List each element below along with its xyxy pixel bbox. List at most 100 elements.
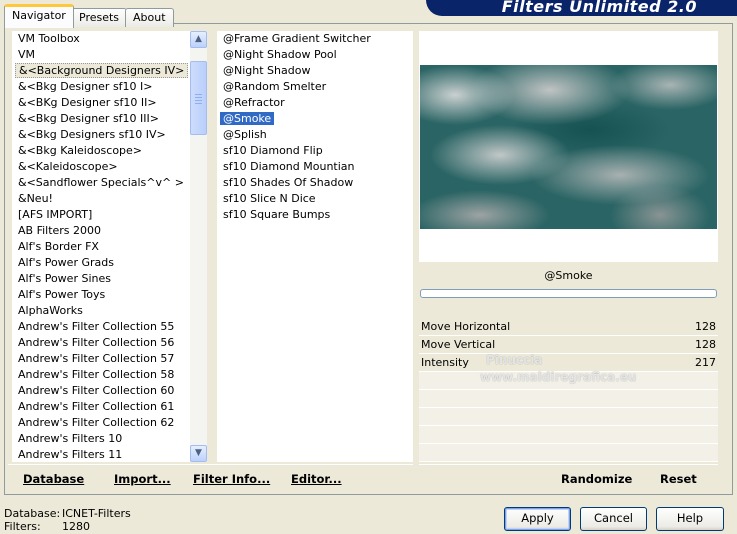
- randomize-link[interactable]: Randomize: [561, 472, 632, 486]
- title-banner: Filters Unlimited 2.0: [426, 0, 737, 16]
- param-label: Intensity: [421, 356, 469, 369]
- category-item[interactable]: &<Sandflower Specials^v^ >: [12, 175, 190, 191]
- category-item-label: VM: [18, 48, 36, 61]
- filter-item-label: @Refractor: [223, 96, 285, 109]
- param-empty: [419, 444, 718, 462]
- filter-item[interactable]: @Smoke: [217, 111, 413, 127]
- category-item[interactable]: Alf's Power Toys: [12, 287, 190, 303]
- filter-item[interactable]: @Splish: [217, 127, 413, 143]
- category-item[interactable]: Andrew's Filter Collection 57: [12, 351, 190, 367]
- param-value: 128: [695, 320, 716, 333]
- param-empty: [419, 372, 718, 390]
- category-item-label: Andrew's Filter Collection 55: [18, 320, 175, 333]
- category-item[interactable]: &<Bkg Kaleidoscope>: [12, 143, 190, 159]
- chevron-up-icon: ▲: [195, 34, 202, 44]
- tab-navigator[interactable]: Navigator: [4, 4, 74, 28]
- filter-item-label: sf10 Diamond Mountian: [223, 160, 355, 173]
- category-item[interactable]: &<Bkg Designer sf10 I>: [12, 79, 190, 95]
- filter-item[interactable]: sf10 Shades Of Shadow: [217, 175, 413, 191]
- category-item-label: Alf's Power Sines: [18, 272, 111, 285]
- category-item[interactable]: Andrew's Filter Collection 60: [12, 383, 190, 399]
- category-item[interactable]: AB Filters 2000: [12, 223, 190, 239]
- apply-button[interactable]: Apply: [504, 507, 571, 531]
- scroll-down-button[interactable]: ▼: [190, 445, 207, 462]
- category-item[interactable]: [AFS IMPORT]: [12, 207, 190, 223]
- category-item[interactable]: AlphaWorks: [12, 303, 190, 319]
- category-list[interactable]: VM Toolbox VM &<Background Designers IV> &<…: [12, 31, 190, 462]
- category-item[interactable]: Andrew's Filter Collection 62: [12, 415, 190, 431]
- filter-item-label: @Random Smelter: [223, 80, 327, 93]
- category-item[interactable]: &<BKg Designer sf10 II>: [12, 95, 190, 111]
- category-item[interactable]: Andrew's Filter Collection 61: [12, 399, 190, 415]
- category-item[interactable]: &<Background Designers IV>: [12, 63, 190, 79]
- status-database: Database: ICNET-Filters: [4, 507, 131, 520]
- filter-item[interactable]: @Night Shadow: [217, 63, 413, 79]
- category-item[interactable]: &Neu!: [12, 191, 190, 207]
- category-item-label: &<Sandflower Specials^v^ >: [18, 176, 184, 189]
- filter-item[interactable]: @Refractor: [217, 95, 413, 111]
- category-item[interactable]: &<Bkg Designers sf10 IV>: [12, 127, 190, 143]
- filter-list[interactable]: @Frame Gradient Switcher @Night Shadow Po…: [217, 31, 413, 462]
- category-item[interactable]: Andrew's Filter Collection 55: [12, 319, 190, 335]
- filters-label: Filters:: [4, 520, 41, 533]
- param-intensity[interactable]: Intensity 217: [419, 354, 718, 372]
- param-move-horizontal[interactable]: Move Horizontal 128: [419, 318, 718, 336]
- scroll-up-button[interactable]: ▲: [190, 31, 207, 48]
- param-value: 128: [695, 338, 716, 351]
- database-value: ICNET-Filters: [62, 507, 131, 520]
- filter-item[interactable]: sf10 Square Bumps: [217, 207, 413, 223]
- database-link[interactable]: Database: [23, 472, 84, 486]
- progress-bar: [420, 289, 717, 298]
- param-label: Move Vertical: [421, 338, 496, 351]
- param-empty: [419, 426, 718, 444]
- database-label: Database:: [4, 507, 61, 520]
- category-item[interactable]: VM: [12, 47, 190, 63]
- category-scrollbar[interactable]: ▲ ▼: [190, 31, 207, 462]
- reset-link[interactable]: Reset: [660, 472, 697, 486]
- filter-item[interactable]: @Frame Gradient Switcher: [217, 31, 413, 47]
- category-item[interactable]: Alf's Power Grads: [12, 255, 190, 271]
- editor-link[interactable]: Editor...: [291, 472, 342, 486]
- help-button[interactable]: Help: [656, 507, 724, 531]
- category-item[interactable]: VM Toolbox: [12, 31, 190, 47]
- category-item[interactable]: Andrew's Filter Collection 56: [12, 335, 190, 351]
- category-item[interactable]: Andrew's Filter Collection 58: [12, 367, 190, 383]
- filter-item[interactable]: @Random Smelter: [217, 79, 413, 95]
- category-item-label: &<Kaleidoscope>: [18, 160, 118, 173]
- category-item-label: Andrew's Filter Collection 61: [18, 400, 175, 413]
- category-item-label: AB Filters 2000: [18, 224, 102, 237]
- filter-item[interactable]: sf10 Diamond Flip: [217, 143, 413, 159]
- category-item[interactable]: Alf's Power Sines: [12, 271, 190, 287]
- category-item-label: Andrew's Filter Collection 57: [18, 352, 175, 365]
- filters-count: 1280: [62, 520, 90, 533]
- category-item[interactable]: Alf's Border FX: [12, 239, 190, 255]
- filter-item[interactable]: sf10 Slice N Dice: [217, 191, 413, 207]
- category-item[interactable]: Andrew's Filters 10: [12, 431, 190, 447]
- filter-item-label: sf10 Shades Of Shadow: [223, 176, 354, 189]
- filter-item-label: @Night Shadow Pool: [223, 48, 337, 61]
- filter-info-link[interactable]: Filter Info...: [193, 472, 270, 486]
- category-item-label: Andrew's Filter Collection 60: [18, 384, 175, 397]
- category-item[interactable]: &<Kaleidoscope>: [12, 159, 190, 175]
- param-move-vertical[interactable]: Move Vertical 128: [419, 336, 718, 354]
- filter-item-label: @Frame Gradient Switcher: [223, 32, 371, 45]
- tab-presets[interactable]: Presets: [71, 8, 128, 27]
- category-item-label: Andrew's Filters 11: [18, 448, 123, 461]
- category-item-label: [AFS IMPORT]: [18, 208, 93, 221]
- category-item-label: Alf's Power Grads: [18, 256, 114, 269]
- category-item[interactable]: Andrew's Filters 11: [12, 447, 190, 462]
- filter-item-label: @Night Shadow: [223, 64, 311, 77]
- filter-item[interactable]: sf10 Diamond Mountian: [217, 159, 413, 175]
- tab-about[interactable]: About: [125, 8, 174, 27]
- import-link[interactable]: Import...: [114, 472, 171, 486]
- category-item-label: Alf's Power Toys: [18, 288, 106, 301]
- category-item[interactable]: &<Bkg Designer sf10 III>: [12, 111, 190, 127]
- scroll-thumb[interactable]: [190, 61, 207, 135]
- param-empty: [419, 408, 718, 426]
- category-item-label: &<Background Designers IV>: [15, 63, 189, 78]
- filter-item-label: @Smoke: [220, 112, 275, 125]
- cancel-button[interactable]: Cancel: [580, 507, 647, 531]
- category-item-label: &<Bkg Designers sf10 IV>: [18, 128, 166, 141]
- filter-item[interactable]: @Night Shadow Pool: [217, 47, 413, 63]
- chevron-down-icon: ▼: [195, 448, 202, 458]
